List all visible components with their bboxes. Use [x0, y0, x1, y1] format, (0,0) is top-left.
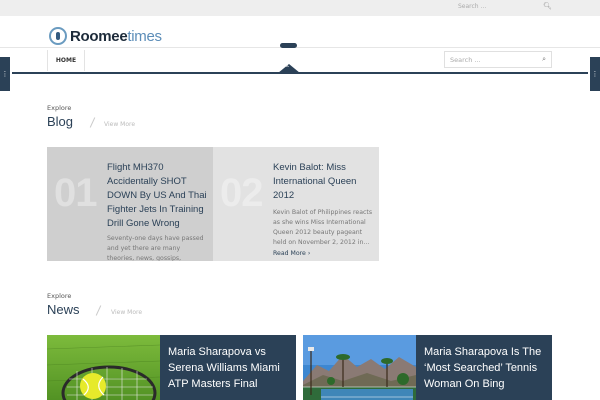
news-card[interactable]: Maria Sharapova vs Serena Williams Miami… [47, 335, 296, 400]
nav-item-home[interactable]: HOME [47, 50, 85, 71]
menu-toggle-pill[interactable] [280, 43, 297, 48]
news-thumbnail-tennis-ball[interactable] [47, 335, 160, 400]
blog-section-title: Blog [47, 114, 74, 129]
news-thumbnail-tennis-court[interactable] [303, 335, 416, 400]
top-search[interactable]: Search ... 🔍︎ [454, 2, 554, 14]
blog-explore-label: Explore [47, 104, 72, 112]
logo-text: Roomeetimes [70, 27, 162, 45]
news-view-more-link[interactable]: View More [111, 309, 142, 316]
left-side-tab[interactable]: ⋮ [0, 57, 10, 91]
nav-top-divider [0, 47, 600, 48]
right-side-tab[interactable]: ⋮ [590, 57, 600, 91]
top-bar: Search ... 🔍︎ [0, 0, 600, 16]
news-section-title: News [47, 302, 80, 317]
blog-card[interactable]: 02 Kevin Balot: Miss International Queen… [213, 147, 379, 261]
chevron-up-icon: ⌃ [285, 65, 291, 72]
news-card[interactable]: Maria Sharapova Is The ‘Most Searched’ T… [303, 335, 552, 400]
blog-card-title[interactable]: Flight MH370 Accidentally SHOT DOWN By U… [107, 161, 209, 231]
site-logo[interactable]: Roomeetimes [49, 26, 162, 46]
dots-vertical-icon: ⋮ [1, 70, 9, 78]
nav-collapse-tab[interactable]: ⌃ [278, 64, 300, 73]
section-divider [89, 117, 96, 128]
nav-underline [12, 72, 588, 74]
section-divider [95, 305, 102, 316]
nav-search-input[interactable]: Search ... [450, 56, 481, 64]
news-card-title[interactable]: Maria Sharapova Is The ‘Most Searched’ T… [424, 344, 546, 392]
top-search-input[interactable]: Search ... [458, 3, 486, 10]
dots-vertical-icon: ⋮ [591, 70, 599, 78]
blog-card-title[interactable]: Kevin Balot: Miss International Queen 20… [273, 161, 375, 203]
search-icon[interactable]: 🔍︎ [543, 2, 552, 10]
logo-mark-icon [49, 27, 67, 45]
news-card-title[interactable]: Maria Sharapova vs Serena Williams Miami… [168, 344, 290, 392]
nav-search[interactable]: Search ... ⌕ [444, 51, 552, 68]
news-explore-label: Explore [47, 292, 72, 300]
blog-card-number: 02 [220, 171, 263, 215]
read-more-link[interactable]: Read More › [273, 250, 310, 257]
blog-card[interactable]: 01 Flight MH370 Accidentally SHOT DOWN B… [47, 147, 213, 261]
blog-card-excerpt: Seventy-one days have passed and yet the… [107, 235, 204, 261]
blog-view-more-link[interactable]: View More [104, 121, 135, 128]
blog-card-number: 01 [54, 171, 97, 215]
blog-card-excerpt: Kevin Balot of Philippines reacts as she… [273, 209, 373, 246]
search-icon[interactable]: ⌕ [542, 55, 546, 64]
